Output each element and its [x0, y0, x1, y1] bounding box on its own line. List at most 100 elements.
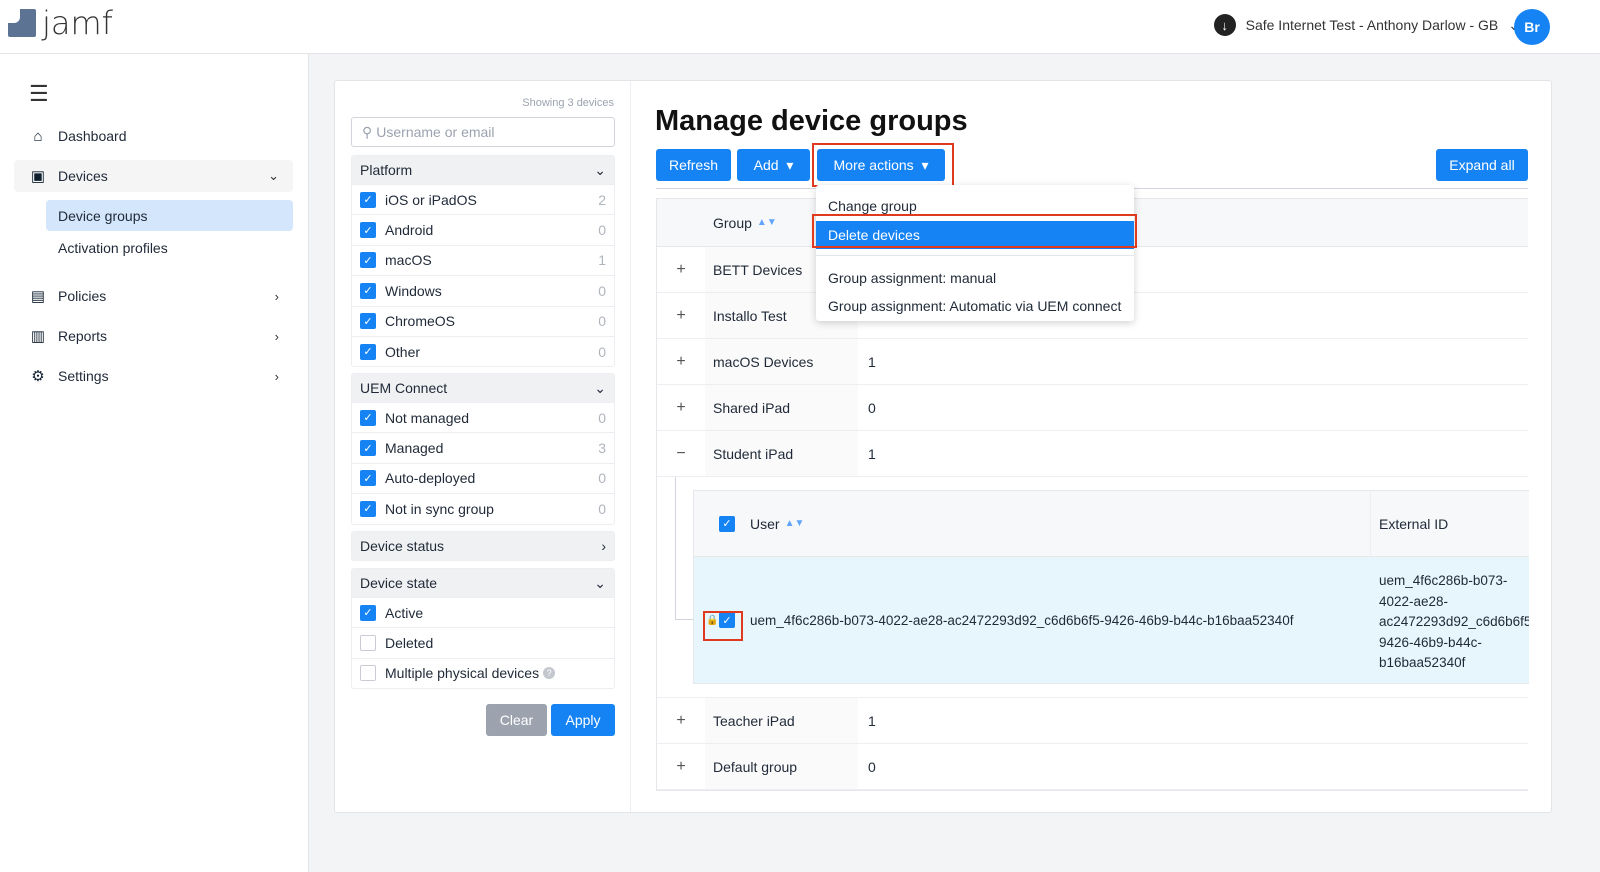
device-count: 1	[868, 712, 876, 729]
help-icon[interactable]: ?	[543, 667, 556, 680]
jamf-logo[interactable]: jamf	[8, 7, 113, 39]
sidebar-item-label: Dashboard	[58, 128, 127, 144]
avatar[interactable]: Br	[1514, 9, 1550, 45]
option-label: Other	[385, 343, 421, 360]
collapse-icon[interactable]: −	[657, 445, 705, 463]
group-name: Student iPad	[705, 431, 858, 476]
option-count: 0	[598, 500, 606, 517]
filter-header[interactable]: Platform ⌄	[352, 156, 614, 184]
device-count: 1	[868, 445, 876, 462]
sidebar-item-settings[interactable]: ⚙ Settings ›	[14, 360, 293, 392]
sidebar-item-label: Reports	[58, 328, 108, 344]
table-row[interactable]: + Default group 0	[657, 744, 1528, 790]
checkbox[interactable]: ✓	[360, 409, 376, 426]
option-count: 0	[598, 222, 606, 239]
add-button[interactable]: Add ▾	[737, 149, 810, 181]
checkbox[interactable]: ✓	[360, 604, 376, 621]
menu-item-group-assignment-manual[interactable]: Group assignment: manual	[816, 264, 1134, 292]
expand-icon[interactable]: +	[657, 307, 705, 325]
checkbox[interactable]	[360, 635, 376, 652]
filter-option[interactable]: ✓ Not managed 0	[352, 402, 614, 432]
expand-icon[interactable]: +	[657, 353, 705, 371]
filter-option[interactable]: ✓ ChromeOS 0	[352, 305, 614, 336]
filter-option[interactable]: Multiple physical devices?	[352, 657, 614, 688]
sort-icon[interactable]: ▲▼	[785, 518, 805, 529]
filter-option[interactable]: ✓ Auto-deployed 0	[352, 462, 614, 493]
search-input[interactable]: ⚲ Username or email	[351, 117, 615, 147]
filter-header[interactable]: UEM Connect ⌄	[352, 374, 614, 402]
add-label: Add	[753, 157, 779, 173]
sidebar: ☰ ⌂ Dashboard ▣ Devices ⌄ Device groups Act…	[0, 54, 309, 872]
device-count: 1	[868, 353, 876, 370]
filter-header[interactable]: Device status ›	[352, 532, 614, 560]
filter-option[interactable]: ✓ Windows 0	[352, 275, 614, 305]
bar-chart-icon: ▥	[30, 328, 46, 345]
checkbox[interactable]: ✓	[360, 500, 376, 517]
option-label: Managed	[385, 440, 444, 457]
checkbox[interactable]: ✓	[360, 282, 376, 299]
checkbox[interactable]: ✓	[360, 191, 376, 208]
filter-option[interactable]: ✓ iOS or iPadOS 2	[352, 184, 614, 214]
sidebar-item-reports[interactable]: ▥ Reports ›	[14, 320, 293, 352]
filter-option[interactable]: Deleted	[352, 627, 614, 657]
checkbox[interactable]: ✓	[360, 222, 376, 239]
menu-item-group-assignment-automatic[interactable]: Group assignment: Automatic via UEM conn…	[816, 292, 1134, 320]
filter-option[interactable]: ✓ macOS 1	[352, 244, 614, 275]
chevron-right-icon: ›	[601, 538, 606, 554]
option-label: Not in sync group	[385, 500, 494, 517]
sidebar-item-devices[interactable]: ▣ Devices ⌄	[14, 160, 293, 192]
refresh-button[interactable]: Refresh	[656, 149, 731, 181]
sidebar-item-activation-profiles[interactable]: Activation profiles	[46, 232, 293, 263]
apply-button[interactable]: Apply	[551, 704, 615, 736]
checkbox[interactable]: ✓	[360, 343, 376, 360]
highlight-box	[812, 214, 1137, 248]
checkbox[interactable]: ✓	[360, 440, 376, 457]
sidebar-item-dashboard[interactable]: ⌂ Dashboard	[14, 120, 293, 152]
devices-icon: ▣	[30, 168, 46, 185]
external-id-line: b16baa52340f	[1379, 655, 1466, 670]
column-user[interactable]: User	[750, 516, 780, 532]
menu-icon[interactable]: ☰	[29, 81, 49, 107]
select-all-checkbox[interactable]: ✓	[719, 515, 735, 532]
highlight-box	[812, 143, 954, 187]
filter-header[interactable]: Device state ⌄	[352, 569, 614, 597]
clipboard-icon: ▤	[30, 288, 46, 305]
expand-all-button[interactable]: Expand all	[1436, 149, 1528, 181]
external-id-line: 4022-ae28-	[1379, 593, 1449, 609]
filter-option[interactable]: ✓ Not in sync group 0	[352, 493, 614, 523]
filter-option[interactable]: ✓ Other 0	[352, 335, 614, 366]
option-label: Android	[385, 222, 434, 239]
option-count: 1	[598, 252, 606, 269]
clear-button[interactable]: Clear	[486, 704, 547, 736]
filter-option[interactable]: ✓ Android 0	[352, 214, 614, 244]
checkbox[interactable]: ✓	[360, 313, 376, 330]
table-row[interactable]: + macOS Devices 1	[657, 339, 1528, 385]
main-card: Showing 3 devices ⚲ Username or email Pla…	[334, 80, 1552, 813]
expand-icon[interactable]: +	[657, 399, 705, 417]
checkbox[interactable]	[360, 665, 376, 682]
filter-option[interactable]: ✓ Active	[352, 597, 614, 627]
sidebar-item-policies[interactable]: ▤ Policies ›	[14, 280, 293, 312]
org-selector[interactable]: ↓ Safe Internet Test - Anthony Darlow - G…	[1213, 14, 1520, 36]
chevron-down-icon: ⌄	[594, 161, 606, 178]
filter-option[interactable]: ✓ Managed 3	[352, 432, 614, 462]
expand-icon[interactable]: +	[657, 261, 705, 279]
table-row[interactable]: + Shared iPad 0	[657, 385, 1528, 431]
table-row[interactable]: 🔒 ✓ uem_4f6c286b-b073-4022-ae28-ac247229…	[694, 557, 1529, 683]
sidebar-item-label: Policies	[58, 288, 107, 304]
user-id: uem_4f6c286b-b073-4022-ae28-ac2472293d92…	[750, 612, 1294, 628]
top-bar: jamf ↓ Safe Internet Test - Anthony Darlo…	[0, 0, 1600, 54]
option-label: macOS	[385, 252, 432, 269]
sidebar-item-device-groups[interactable]: Device groups	[46, 200, 293, 231]
download-icon[interactable]: ↓	[1213, 14, 1236, 36]
table-row[interactable]: − Student iPad 1	[657, 431, 1528, 477]
chevron-right-icon: ›	[274, 328, 279, 344]
checkbox[interactable]: ✓	[360, 470, 376, 487]
devices-table: ✓ User ▲▼ External ID 🔒 ✓ uem_4f6c286b-b0…	[693, 490, 1529, 684]
sort-icon[interactable]: ▲▼	[757, 217, 777, 228]
table-row[interactable]: + Teacher iPad 1	[657, 698, 1528, 744]
expand-icon[interactable]: +	[657, 712, 705, 730]
expand-icon[interactable]: +	[657, 758, 705, 776]
option-label: Not managed	[385, 409, 470, 426]
checkbox[interactable]: ✓	[360, 252, 376, 269]
